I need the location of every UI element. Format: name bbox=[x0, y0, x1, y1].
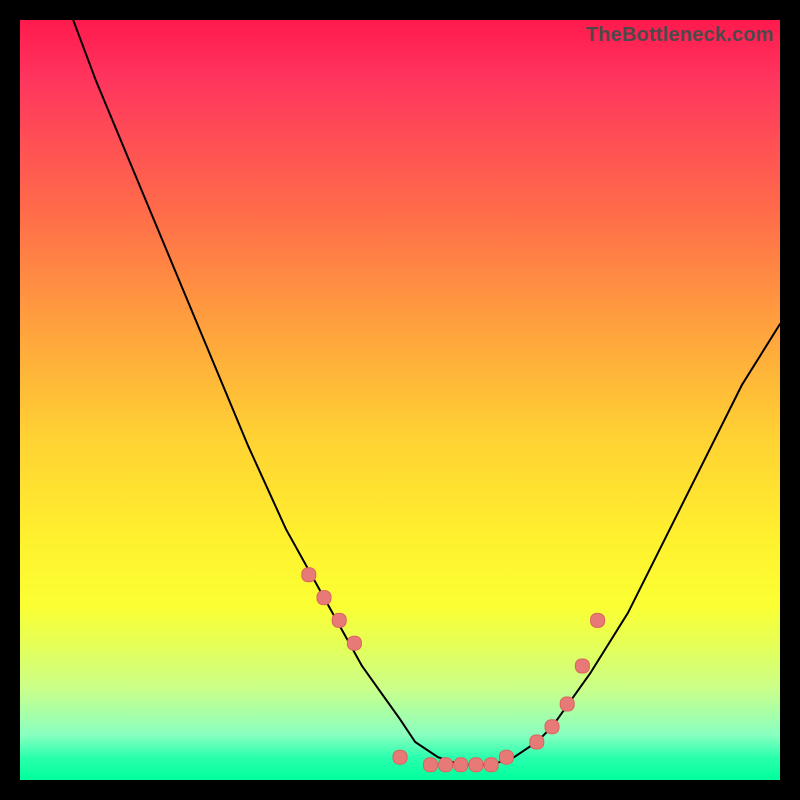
highlight-marker bbox=[560, 697, 574, 711]
highlight-marker bbox=[317, 591, 331, 605]
highlight-marker bbox=[393, 750, 407, 764]
highlight-marker bbox=[591, 613, 605, 627]
highlight-marker bbox=[575, 659, 589, 673]
plot-area: TheBottleneck.com bbox=[20, 20, 780, 780]
highlight-marker bbox=[347, 636, 361, 650]
highlight-marker bbox=[302, 568, 316, 582]
highlight-markers bbox=[302, 568, 605, 772]
highlight-marker bbox=[332, 613, 346, 627]
bottleneck-curve bbox=[73, 20, 780, 765]
highlight-marker bbox=[454, 758, 468, 772]
highlight-marker bbox=[545, 720, 559, 734]
curve-layer bbox=[20, 20, 780, 780]
highlight-marker bbox=[439, 758, 453, 772]
highlight-marker bbox=[469, 758, 483, 772]
highlight-marker bbox=[484, 758, 498, 772]
highlight-marker bbox=[423, 758, 437, 772]
chart-frame: TheBottleneck.com bbox=[20, 20, 780, 780]
highlight-marker bbox=[530, 735, 544, 749]
highlight-marker bbox=[499, 750, 513, 764]
watermark-link[interactable]: TheBottleneck.com bbox=[586, 24, 774, 47]
